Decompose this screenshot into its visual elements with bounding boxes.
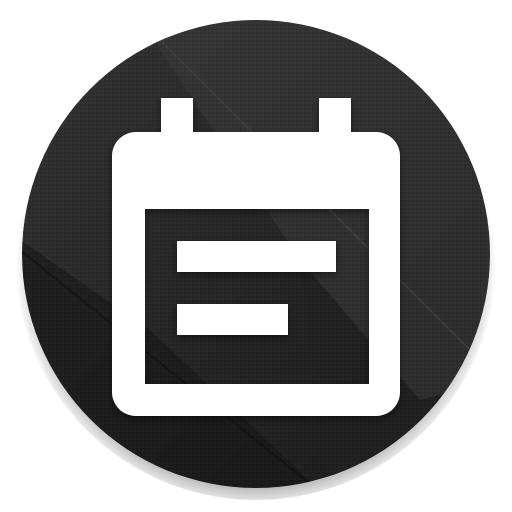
event-line-short	[177, 304, 288, 335]
app-icon-stage	[0, 0, 512, 512]
calendar-app-icon[interactable]	[0, 0, 512, 512]
event-line-long	[177, 241, 336, 272]
